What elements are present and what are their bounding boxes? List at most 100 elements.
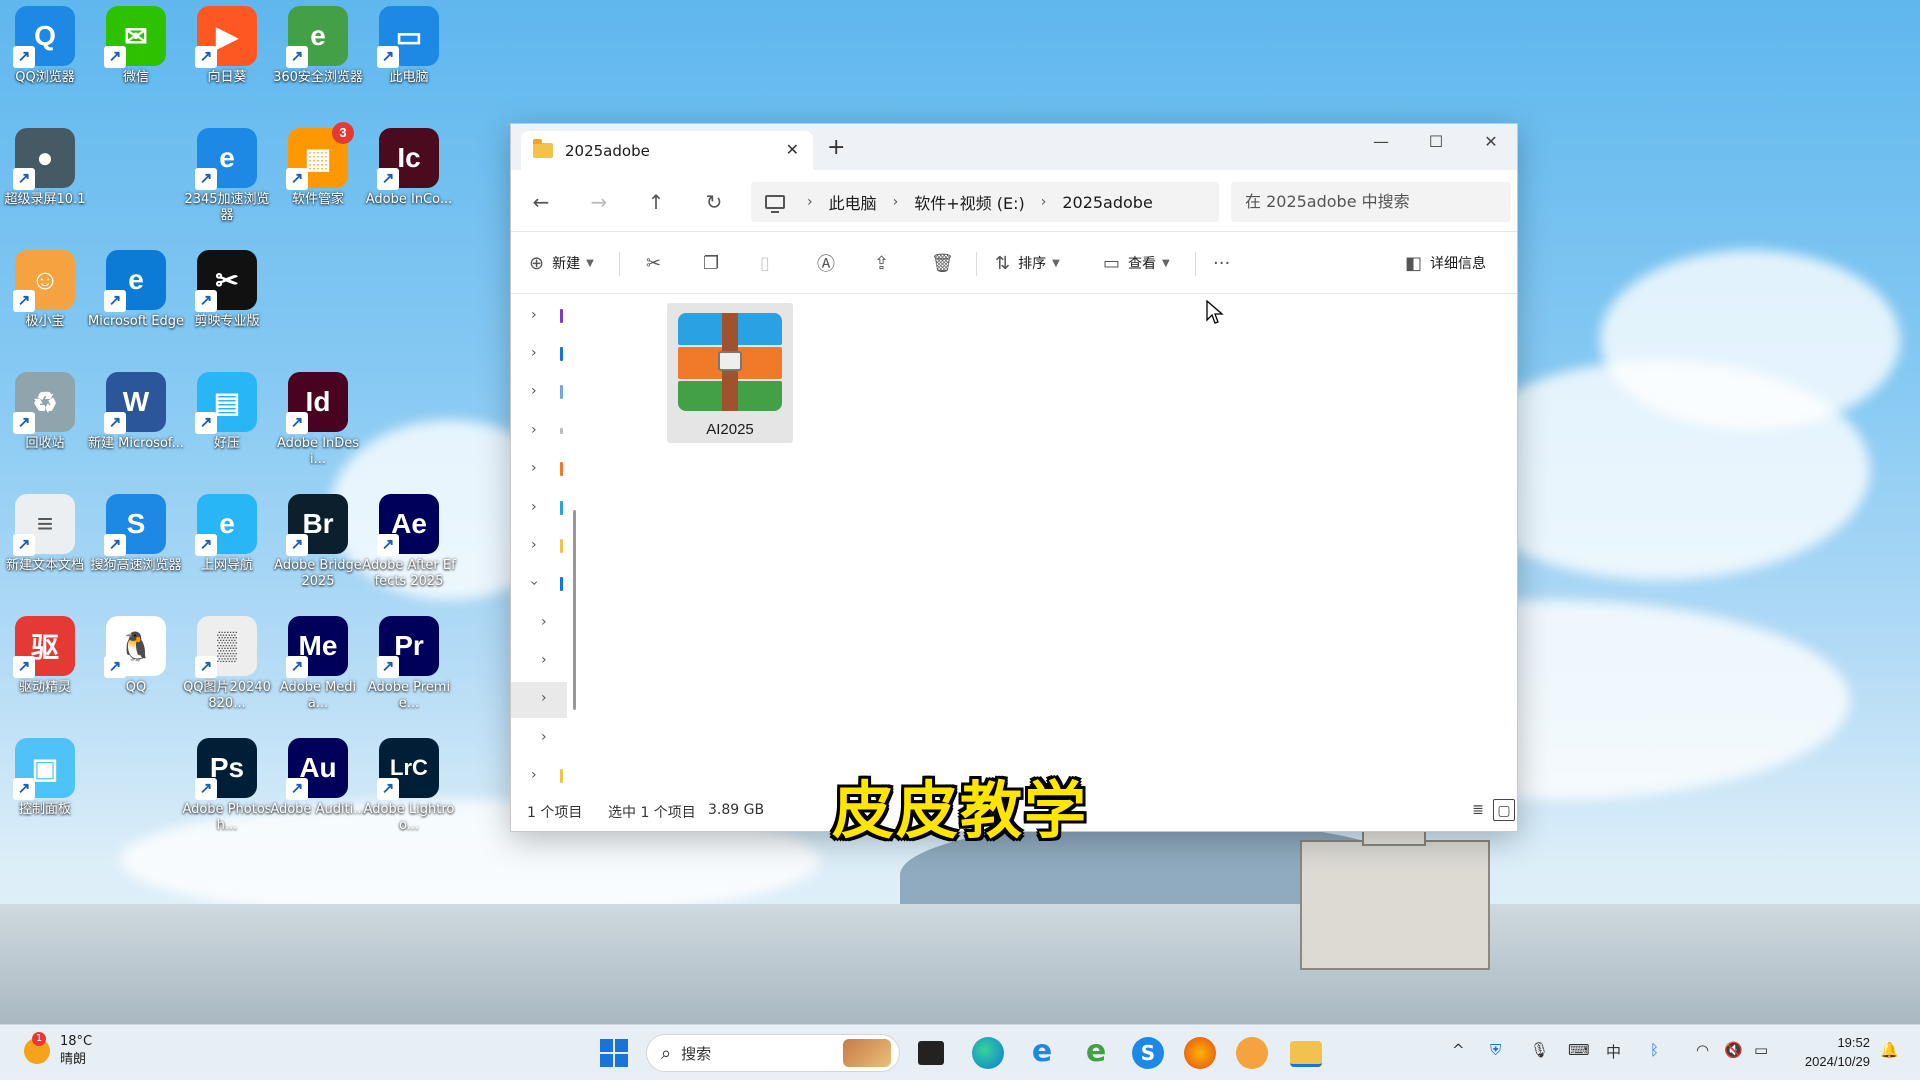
desktop-icon[interactable]: e ↗ 360安全浏览器 bbox=[273, 6, 363, 116]
divider bbox=[1195, 252, 1196, 276]
up-button[interactable]: ↑ bbox=[642, 188, 670, 216]
chevron-down-icon: ▼ bbox=[586, 257, 594, 269]
desktop-icon[interactable]: ▦ ↗ 3 软件管家 bbox=[273, 122, 363, 238]
more-options-button[interactable]: ··· bbox=[1213, 250, 1230, 276]
back-button[interactable]: ← bbox=[527, 188, 555, 216]
clock[interactable]: 19:52 2024/10/29 bbox=[1805, 1033, 1870, 1071]
desktop-icon[interactable]: S ↗ 搜狗高速浏览器 bbox=[90, 494, 182, 604]
refresh-button[interactable]: ↻ bbox=[700, 188, 728, 216]
start-button[interactable] bbox=[598, 1037, 630, 1069]
desktop-icon[interactable]: ♻ ↗ 回收站 bbox=[0, 372, 90, 482]
tab-2025adobe[interactable]: 2025adobe ✕ bbox=[521, 131, 813, 170]
item-icon bbox=[560, 347, 563, 361]
desktop-icon[interactable]: ● ↗ 超级录屏10.1 bbox=[0, 128, 90, 238]
address-bar[interactable]: › 此电脑 › 软件+视频 (E:) › 2025adobe bbox=[751, 182, 1219, 222]
desktop-icon[interactable]: ▤ ↗ 好压 bbox=[182, 372, 272, 482]
desktop-icon[interactable]: Ic ↗ Adobe InCo... bbox=[364, 128, 454, 238]
wifi-icon[interactable]: ◠ bbox=[1696, 1041, 1709, 1059]
file-item-ai2025[interactable]: AI2025 bbox=[667, 303, 793, 443]
volume-muted-icon[interactable]: 🔇 bbox=[1724, 1041, 1743, 1059]
search-input[interactable]: 在 2025adobe 中搜索 bbox=[1231, 182, 1511, 222]
desktop-icon[interactable]: e ↗ 上网导航 bbox=[182, 494, 272, 604]
desktop-icon[interactable]: e ↗ 2345加速浏览器 bbox=[182, 128, 272, 238]
desktop-icon[interactable]: Br ↗ Adobe Bridge 2025 bbox=[273, 494, 363, 604]
desktop-icon[interactable]: Ps ↗ Adobe Photosh... bbox=[182, 738, 272, 848]
desktop-icon[interactable]: 驱 ↗ 驱动精灵 bbox=[0, 616, 90, 726]
sort-button[interactable]: ⇅ 排序 ▼ bbox=[995, 250, 1060, 276]
taskbar-search[interactable]: ⌕ 搜索 bbox=[646, 1034, 900, 1072]
desktop-icon[interactable]: Pr ↗ Adobe Premie... bbox=[364, 616, 454, 726]
notification-bell-icon[interactable]: 🔔 bbox=[1880, 1041, 1899, 1059]
nav-tree-item[interactable]: › bbox=[511, 299, 567, 335]
ie-taskbar-icon[interactable]: e bbox=[1026, 1037, 1058, 1069]
battery-icon[interactable]: ▭ bbox=[1754, 1041, 1768, 1059]
file-list-area: AI2025 bbox=[573, 295, 1517, 791]
desktop-icon[interactable]: ☺ ↗ 极小宝 bbox=[0, 250, 90, 360]
nav-tree-subitem-selected[interactable]: › bbox=[511, 682, 567, 718]
desktop-icon[interactable]: ▒ ↗ QQ图片20240820... bbox=[182, 616, 272, 726]
360-browser-taskbar-icon[interactable]: e bbox=[1080, 1037, 1112, 1069]
maximize-button[interactable]: ☐ bbox=[1421, 132, 1451, 151]
security-icon[interactable]: ⛨ bbox=[1490, 1041, 1501, 1059]
nav-tree-item[interactable]: › bbox=[511, 414, 567, 450]
close-tab-icon[interactable]: ✕ bbox=[786, 140, 799, 159]
shortcut-arrow-icon: ↗ bbox=[195, 290, 217, 312]
close-window-button[interactable]: ✕ bbox=[1476, 132, 1506, 151]
show-hidden-icons-button[interactable]: ^ bbox=[1452, 1041, 1465, 1059]
details-view-button[interactable]: ≣ bbox=[1467, 799, 1489, 821]
nav-tree-item[interactable]: › bbox=[511, 759, 567, 795]
task-view-icon[interactable] bbox=[918, 1041, 944, 1065]
new-button[interactable]: ⊕ 新建 ▼ bbox=[529, 250, 594, 276]
details-pane-button[interactable]: ◧ 详细信息 bbox=[1405, 250, 1486, 276]
share-button[interactable]: ⇪ bbox=[874, 250, 889, 276]
desktop-icon[interactable]: 🐧 ↗ QQ bbox=[91, 616, 181, 726]
desktop-icon[interactable]: ✉ ↗ 微信 bbox=[91, 6, 181, 116]
desktop-icon[interactable]: Me ↗ Adobe Media... bbox=[273, 616, 363, 726]
nav-tree-item[interactable]: › bbox=[511, 529, 567, 565]
desktop-icon[interactable]: ✂ ↗ 剪映专业版 bbox=[182, 250, 272, 360]
cut-button[interactable]: ✂ bbox=[646, 250, 661, 276]
desktop-icon[interactable]: ≡ ↗ 新建文本文档 bbox=[0, 494, 90, 604]
delete-button[interactable]: 🗑 bbox=[931, 250, 954, 276]
desktop-icon[interactable]: Au ↗ Adobe Auditi... bbox=[270, 738, 366, 848]
weather-widget[interactable]: 1 18°C 晴朗 bbox=[24, 1032, 92, 1069]
mascot-taskbar-icon[interactable] bbox=[1236, 1037, 1268, 1069]
firefox-taskbar-icon[interactable] bbox=[1184, 1037, 1216, 1069]
nav-tree-subitem[interactable]: › bbox=[511, 721, 567, 757]
nav-tree-item-expanded[interactable]: › bbox=[511, 567, 567, 603]
paste-button[interactable]: ▯ bbox=[760, 250, 770, 276]
input-method-icon[interactable]: 中 bbox=[1606, 1041, 1621, 1062]
view-button[interactable]: ▭ 查看 ▼ bbox=[1103, 250, 1170, 276]
breadcrumb-drive-e[interactable]: 软件+视频 (E:) bbox=[914, 190, 1024, 214]
breadcrumb-this-pc[interactable]: 此电脑 bbox=[829, 190, 877, 214]
forward-button[interactable]: → bbox=[585, 188, 613, 216]
large-icons-view-button[interactable]: ▢ bbox=[1493, 799, 1515, 821]
sogou-taskbar-icon[interactable]: S bbox=[1132, 1037, 1164, 1069]
nav-tree-item[interactable]: › bbox=[511, 452, 567, 488]
desktop-icon[interactable]: Q ↗ QQ浏览器 bbox=[0, 6, 90, 116]
breadcrumb-current-folder[interactable]: 2025adobe bbox=[1062, 193, 1152, 212]
adobe-indesign-icon: Id ↗ bbox=[286, 372, 348, 434]
desktop-icon[interactable]: LrC ↗ Adobe Lightroo... bbox=[364, 738, 454, 848]
desktop-icon[interactable]: ▶ ↗ 向日葵 bbox=[182, 6, 272, 116]
desktop-icon[interactable]: Id ↗ Adobe InDesi... bbox=[273, 372, 363, 482]
bluetooth-icon[interactable]: ᛒ bbox=[1650, 1041, 1659, 1059]
new-tab-button[interactable]: + bbox=[827, 135, 845, 160]
minimize-button[interactable]: — bbox=[1366, 132, 1396, 151]
nav-tree-item[interactable]: › bbox=[511, 337, 567, 373]
nav-tree-item[interactable]: › bbox=[511, 491, 567, 527]
nav-tree-item[interactable]: › bbox=[511, 375, 567, 411]
file-explorer-taskbar-icon[interactable] bbox=[1290, 1041, 1322, 1067]
desktop-icon[interactable]: ▣ ↗ 控制面板 bbox=[0, 738, 90, 848]
copy-button[interactable]: ❐ bbox=[703, 250, 719, 276]
desktop-icon[interactable]: Ae ↗ Adobe After Effects 2025 bbox=[362, 494, 456, 604]
desktop-icon[interactable]: e ↗ Microsoft Edge bbox=[88, 250, 184, 360]
nav-tree-subitem[interactable]: › bbox=[511, 644, 567, 680]
rename-button[interactable]: Ⓐ bbox=[817, 250, 835, 276]
nav-tree-subitem[interactable]: › bbox=[511, 606, 567, 642]
microphone-icon[interactable]: 🎙 bbox=[1530, 1041, 1549, 1059]
keyboard-icon[interactable]: ⌨ bbox=[1568, 1041, 1590, 1059]
desktop-icon[interactable]: ▭ ↗ 此电脑 bbox=[364, 6, 454, 116]
desktop-icon[interactable]: W ↗ 新建 Microsof... bbox=[88, 372, 184, 482]
edge-taskbar-icon[interactable] bbox=[972, 1037, 1004, 1069]
